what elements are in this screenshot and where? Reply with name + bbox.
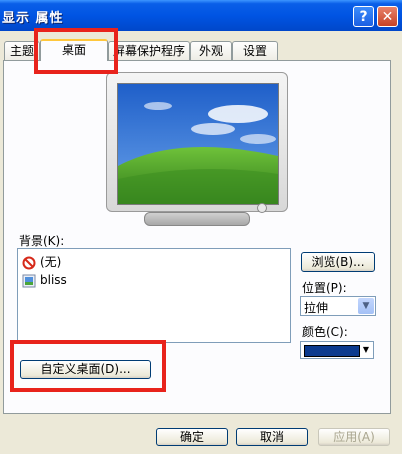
list-item[interactable]: (无) bbox=[22, 253, 61, 271]
monitor-preview bbox=[106, 72, 288, 226]
wallpaper-preview bbox=[117, 83, 279, 205]
window-title: 显示 属性 bbox=[2, 11, 64, 26]
background-list[interactable]: (无) bliss bbox=[17, 248, 291, 343]
close-button[interactable]: ✕ bbox=[377, 6, 398, 27]
tab-themes[interactable]: 主题 bbox=[4, 41, 40, 60]
apply-button[interactable]: 应用(A) bbox=[318, 428, 390, 446]
color-picker-button[interactable]: ▼ bbox=[300, 341, 374, 359]
color-label: 颜色(C): bbox=[302, 325, 348, 339]
bliss-image bbox=[118, 84, 278, 204]
tab-settings[interactable]: 设置 bbox=[232, 41, 278, 60]
customize-desktop-button[interactable]: 自定义桌面(D)... bbox=[20, 360, 151, 379]
tab-appearance[interactable]: 外观 bbox=[190, 41, 232, 60]
tab-strip: 主题 桌面 屏幕保护程序 外观 设置 bbox=[0, 39, 402, 61]
monitor-case bbox=[106, 72, 288, 213]
ok-button[interactable]: 确定 bbox=[156, 428, 228, 446]
chevron-down-icon: ▼ bbox=[358, 298, 374, 314]
color-swatch bbox=[304, 345, 360, 357]
position-value: 拉伸 bbox=[304, 301, 329, 315]
tab-screensaver[interactable]: 屏幕保护程序 bbox=[108, 41, 190, 60]
title-bar: 显示 属性 ? ✕ bbox=[0, 0, 402, 31]
monitor-stand bbox=[144, 212, 250, 226]
background-label: 背景(K): bbox=[19, 234, 65, 248]
list-item-label: bliss bbox=[40, 273, 67, 287]
tab-desktop[interactable]: 桌面 bbox=[40, 39, 108, 61]
position-label: 位置(P): bbox=[302, 281, 347, 295]
monitor-power-button bbox=[257, 203, 267, 213]
chevron-down-icon: ▼ bbox=[362, 345, 370, 354]
list-item[interactable]: bliss bbox=[22, 271, 67, 289]
no-icon bbox=[22, 256, 36, 269]
help-button[interactable]: ? bbox=[353, 6, 374, 27]
position-select[interactable]: 拉伸 ▼ bbox=[300, 296, 376, 316]
browse-button[interactable]: 浏览(B)... bbox=[301, 252, 375, 272]
list-item-label: (无) bbox=[40, 255, 62, 269]
image-file-icon bbox=[22, 274, 36, 287]
cancel-button[interactable]: 取消 bbox=[236, 428, 308, 446]
